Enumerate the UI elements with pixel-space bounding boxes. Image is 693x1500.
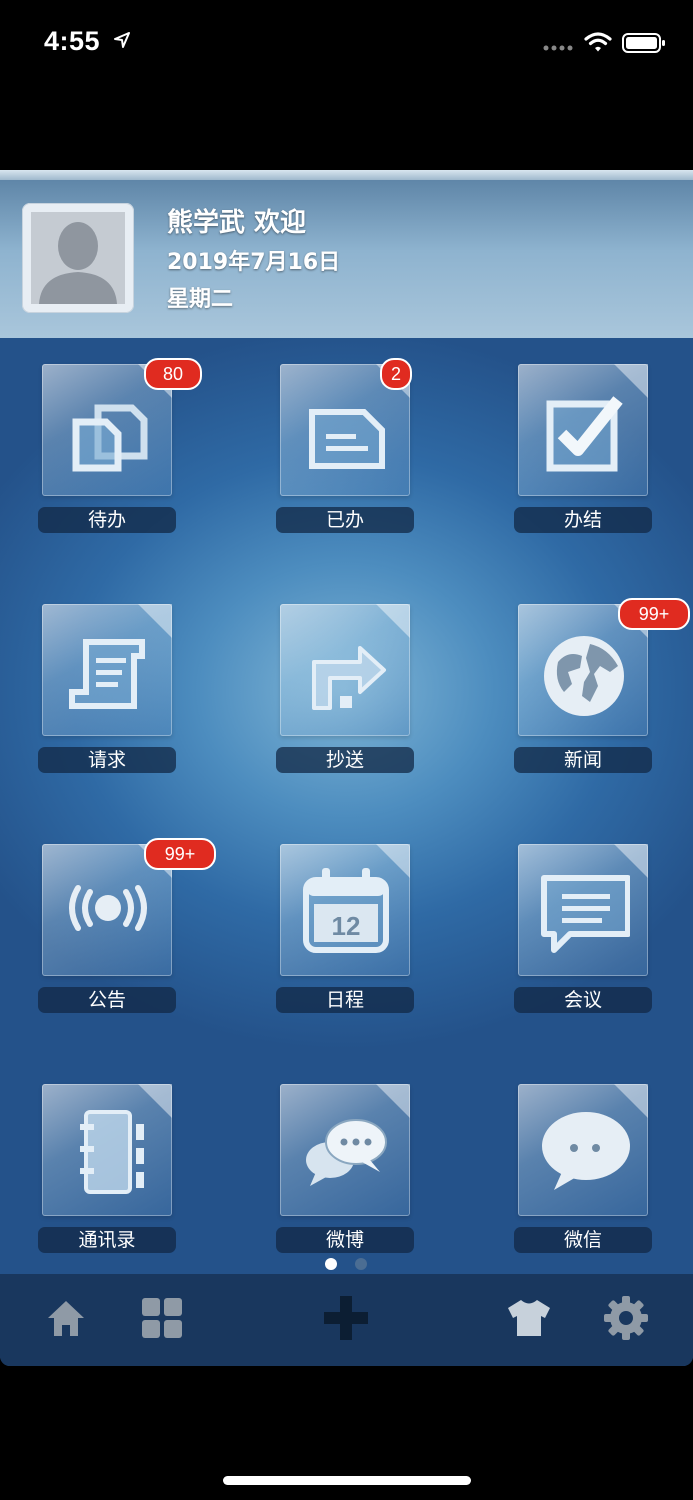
- tile-label: 微信: [514, 1227, 652, 1253]
- weekday-text: 星期二: [167, 287, 234, 312]
- calendar-day-text: 12: [332, 911, 361, 941]
- tile-box: [518, 1084, 648, 1216]
- wifi-icon: [584, 32, 612, 52]
- battery-icon: [622, 33, 665, 53]
- greeting-text: 熊学武 欢迎: [167, 208, 307, 238]
- tile-label: 待办: [38, 507, 176, 533]
- tile-label: 请求: [38, 747, 176, 773]
- tile-meeting[interactable]: 会议: [514, 844, 654, 1016]
- tile-box: [280, 604, 410, 736]
- tile-label: 日程: [276, 987, 414, 1013]
- tile-cc[interactable]: 抄送: [276, 604, 416, 776]
- signal-icon: [543, 45, 573, 51]
- documents-icon: [72, 404, 148, 472]
- speech-bubble-icon: [542, 1112, 630, 1190]
- tile-weibo[interactable]: 微博: [276, 1084, 416, 1256]
- tile-box: [42, 1084, 172, 1216]
- calendar-icon: 12: [303, 868, 389, 953]
- bottom-tab-bar: [0, 1274, 693, 1366]
- tile-box: [518, 364, 648, 496]
- badge-count: 2: [380, 358, 412, 390]
- badge-count: 99+: [144, 838, 216, 870]
- chat-bubbles-icon: [306, 1119, 387, 1186]
- status-time: 4:55: [44, 26, 101, 56]
- tile-label: 已办: [276, 507, 414, 533]
- tile-label: 办结: [514, 507, 652, 533]
- broadcast-icon: [69, 885, 147, 931]
- checkbox-icon: [546, 396, 623, 472]
- tile-box: [518, 844, 648, 976]
- tile-label: 微博: [276, 1227, 414, 1253]
- tile-label: 新闻: [514, 747, 652, 773]
- tile-box: [280, 1084, 410, 1216]
- tile-schedule[interactable]: 12 日程: [276, 844, 416, 1016]
- app-screen: 熊学武 欢迎 2019年7月16日 星期二 待办 80 已办 2 办结 请求 抄…: [0, 170, 693, 1366]
- tshirt-icon[interactable]: [506, 1298, 552, 1338]
- document-icon: [309, 409, 385, 469]
- tile-todo[interactable]: 待办 80: [38, 358, 202, 536]
- tile-label: 通讯录: [38, 1227, 176, 1253]
- status-bar: 4:55: [0, 0, 693, 90]
- address-book-icon: [80, 1110, 144, 1194]
- badge-count: 80: [144, 358, 202, 390]
- request-icon: [69, 639, 145, 709]
- tile-label: 公告: [38, 987, 176, 1013]
- user-header: 熊学武 欢迎 2019年7月16日 星期二: [0, 180, 693, 338]
- tile-contacts[interactable]: 通讯录: [38, 1084, 178, 1256]
- badge-count: 99+: [618, 598, 690, 630]
- tile-wechat[interactable]: 微信: [514, 1084, 654, 1256]
- globe-icon: [544, 636, 624, 716]
- tile-box: [42, 604, 172, 736]
- message-box-icon: [541, 875, 630, 953]
- tile-label: 会议: [514, 987, 652, 1013]
- grid-icon[interactable]: [140, 1296, 184, 1340]
- home-indicator[interactable]: [223, 1476, 471, 1485]
- forward-arrow-icon: [312, 646, 386, 710]
- home-icon[interactable]: [46, 1298, 86, 1338]
- gear-icon[interactable]: [602, 1294, 650, 1342]
- tile-news[interactable]: 新闻 99+: [514, 598, 690, 776]
- tile-box: 12: [280, 844, 410, 976]
- tile-request[interactable]: 请求: [38, 604, 178, 776]
- tile-finished[interactable]: 办结: [514, 364, 654, 536]
- page-dot-active[interactable]: [325, 1258, 337, 1270]
- tile-done[interactable]: 已办 2: [276, 358, 416, 536]
- avatar-placeholder-icon: [31, 212, 125, 304]
- tile-announcement[interactable]: 公告 99+: [38, 838, 216, 1016]
- plus-icon[interactable]: [322, 1294, 370, 1342]
- avatar[interactable]: [22, 203, 134, 313]
- tile-label: 抄送: [276, 747, 414, 773]
- location-arrow-icon: [114, 32, 130, 48]
- date-text: 2019年7月16日: [167, 250, 341, 275]
- page-dot[interactable]: [355, 1258, 367, 1270]
